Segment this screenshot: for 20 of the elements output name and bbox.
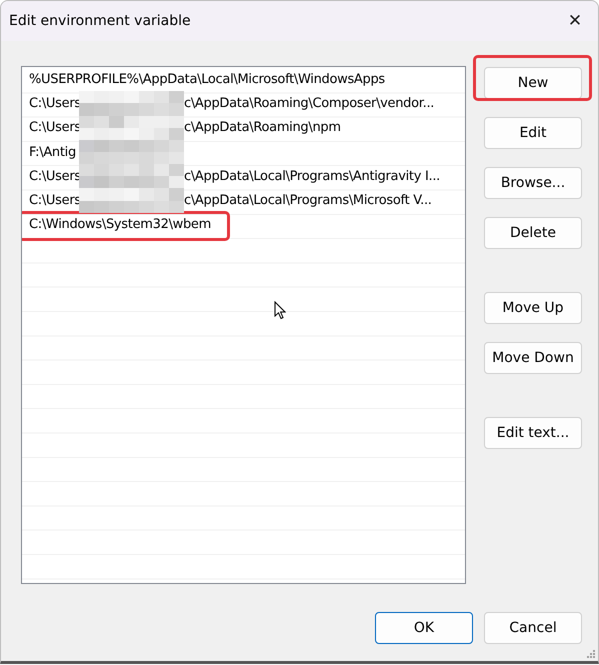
dialog-button[interactable]: Move Down <box>484 342 582 374</box>
dialog-button[interactable]: Cancel <box>484 612 582 644</box>
path-entry[interactable]: C:\Windows\System32\wbem <box>29 217 211 232</box>
path-entry[interactable]: C:\Users c\AppData\Local\Programs\Antigravity I... <box>29 168 440 184</box>
dialog-button[interactable]: New <box>484 67 582 99</box>
dialog-button[interactable]: Edit <box>484 117 582 149</box>
resize-grip-icon[interactable] <box>586 649 596 659</box>
dialog-button[interactable]: Delete <box>484 217 582 249</box>
dialog-button[interactable]: OK <box>375 612 473 644</box>
mouse-pointer-icon <box>274 301 286 320</box>
path-entry[interactable]: F:\Antig <box>29 144 76 160</box>
window-title: Edit environment variable <box>9 13 191 29</box>
dialog-button[interactable]: Move Up <box>484 292 582 324</box>
dialog-button[interactable]: Edit text... <box>484 417 582 449</box>
dialog-button[interactable]: Browse... <box>484 167 582 199</box>
path-entry[interactable]: %USERPROFILE%\AppData\Local\Microsoft\WindowsApps <box>29 72 385 87</box>
path-entry[interactable]: C:\Users c\AppData\Roaming\npm <box>29 120 341 136</box>
close-button[interactable]: ✕ <box>552 1 598 41</box>
path-entry[interactable]: C:\Users c\AppData\Local\Programs\Microsoft V... <box>29 193 432 208</box>
path-entry[interactable]: C:\Users c\AppData\Roaming\Composer\vendor... <box>29 96 434 111</box>
